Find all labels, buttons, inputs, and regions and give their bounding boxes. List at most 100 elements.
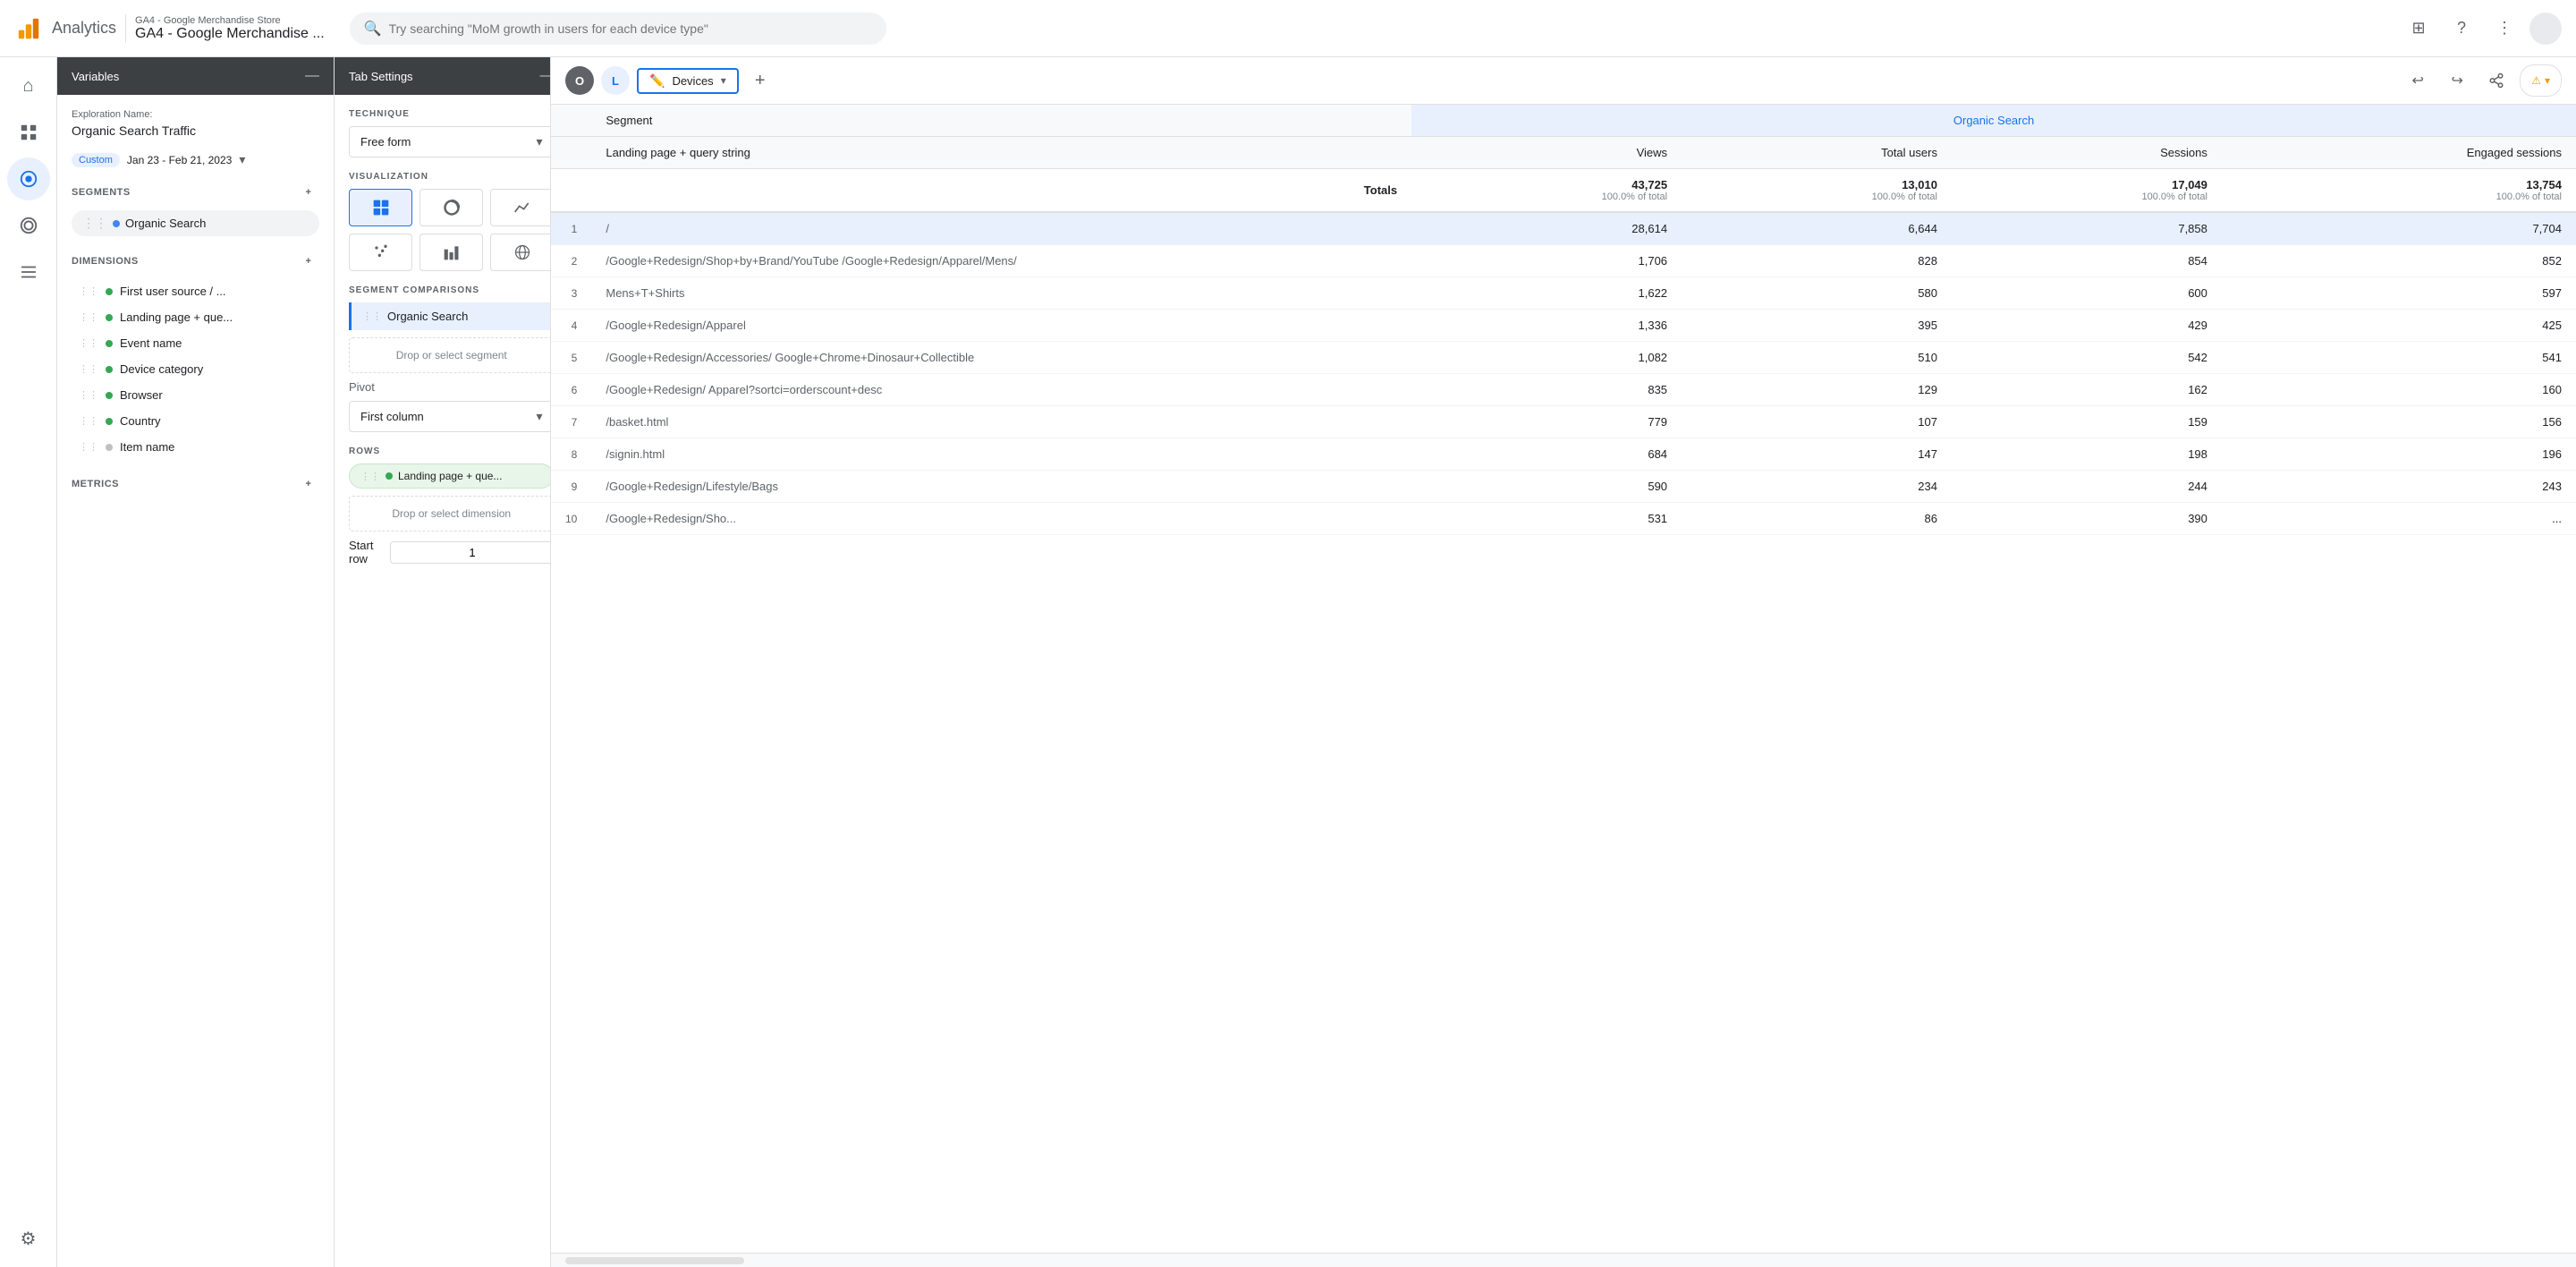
row-rank: 5 — [551, 342, 591, 374]
nav-home[interactable]: ⌂ — [7, 64, 50, 107]
row-sessions: 600 — [1952, 277, 2222, 310]
row-views: 1,082 — [1411, 342, 1682, 374]
rows-chip-label: Landing page + que... — [398, 470, 502, 482]
variables-title: Variables — [72, 70, 119, 83]
apps-button[interactable]: ⊞ — [2401, 11, 2436, 47]
horizontal-scrollbar[interactable] — [551, 1253, 2576, 1267]
add-segment-button[interactable]: + — [298, 182, 319, 203]
technique-dropdown[interactable]: Free form ▾ — [349, 126, 551, 157]
row-sessions: 542 — [1952, 342, 2222, 374]
row-page[interactable]: /Google+Redesign/ Apparel?sortci=ordersc… — [591, 374, 1411, 406]
viz-line-button[interactable] — [490, 189, 551, 226]
row-page[interactable]: /Google+Redesign/Lifestyle/Bags — [591, 471, 1411, 503]
tab-add-button[interactable]: + — [746, 66, 775, 95]
dim-country[interactable]: ⋮⋮ Country — [72, 409, 319, 433]
dim-landing-page[interactable]: ⋮⋮ Landing page + que... — [72, 305, 319, 329]
topbar-actions: ⊞ ? ⋮ — [2401, 11, 2562, 47]
dim-device-category[interactable]: ⋮⋮ Device category — [72, 357, 319, 381]
nav-advertising[interactable] — [7, 204, 50, 247]
row-page[interactable]: /basket.html — [591, 406, 1411, 438]
dim-event-name[interactable]: ⋮⋮ Event name — [72, 331, 319, 355]
nav-lists[interactable] — [7, 251, 50, 293]
data-table-container[interactable]: Segment Organic Search Landing page + qu… — [551, 105, 2576, 1253]
viz-geo-button[interactable] — [490, 234, 551, 271]
th-rank — [551, 105, 591, 137]
add-dimension-button[interactable]: + — [298, 251, 319, 272]
dim-label: Event name — [120, 336, 182, 350]
row-page[interactable]: /Google+Redesign/Shop+by+Brand/YouTube /… — [591, 245, 1411, 277]
tab-devices[interactable]: ✏️ Devices ▾ — [637, 68, 739, 94]
content-area: O L ✏️ Devices ▾ + ↩ ↪ ⚠ ▾ — [551, 57, 2576, 1267]
warning-button[interactable]: ⚠ ▾ — [2520, 64, 2562, 97]
rows-label: ROWS — [349, 446, 551, 456]
row-views: 531 — [1411, 503, 1682, 535]
start-row-input[interactable] — [390, 541, 551, 564]
analytics-logo-icon — [14, 14, 43, 43]
date-range-row[interactable]: Custom Jan 23 - Feb 21, 2023 ▾ — [72, 152, 319, 167]
totals-rank — [551, 169, 591, 213]
row-views: 28,614 — [1411, 212, 1682, 245]
row-engaged: 852 — [2222, 245, 2576, 277]
segment-drop-zone[interactable]: Drop or select segment — [349, 337, 551, 373]
row-page[interactable]: / — [591, 212, 1411, 245]
variables-minimize-icon[interactable]: — — [305, 68, 319, 84]
date-badge: Custom — [72, 153, 120, 167]
segment-filled-organic[interactable]: ⋮⋮ Organic Search — [349, 302, 551, 330]
dim-first-user-source[interactable]: ⋮⋮ First user source / ... — [72, 279, 319, 303]
undo-button[interactable]: ↩ — [2402, 64, 2434, 97]
row-rank: 10 — [551, 503, 591, 535]
viz-bar-button[interactable] — [419, 234, 483, 271]
row-total-users: 234 — [1682, 471, 1952, 503]
dim-item-name[interactable]: ⋮⋮ Item name — [72, 435, 319, 459]
row-page[interactable]: /Google+Redesign/Apparel — [591, 310, 1411, 342]
viz-table-button[interactable] — [349, 189, 412, 226]
pivot-dropdown[interactable]: First column ▾ — [349, 401, 551, 432]
dim-color-dot — [106, 418, 113, 425]
totals-label-cell: Totals — [591, 169, 1411, 213]
viz-donut-button[interactable] — [419, 189, 483, 226]
dim-label: Country — [120, 414, 161, 428]
row-page[interactable]: Mens+T+Shirts — [591, 277, 1411, 310]
technique-value: Free form — [360, 135, 411, 149]
avatar[interactable] — [2529, 13, 2562, 45]
dim-browser[interactable]: ⋮⋮ Browser — [72, 383, 319, 407]
tab-l[interactable]: L — [601, 66, 630, 95]
pivot-row: Pivot — [349, 380, 551, 394]
row-page[interactable]: /Google+Redesign/Accessories/ Google+Chr… — [591, 342, 1411, 374]
date-dropdown-arrow[interactable]: ▾ — [239, 152, 245, 167]
totals-views: 43,725 100.0% of total — [1411, 169, 1682, 213]
nav-explore[interactable] — [7, 157, 50, 200]
add-metric-button[interactable]: + — [298, 473, 319, 495]
tab-o[interactable]: O — [565, 66, 594, 95]
row-page[interactable]: /Google+Redesign/Sho... — [591, 503, 1411, 535]
search-bar[interactable]: 🔍 — [350, 13, 886, 45]
warning-arrow: ▾ — [2545, 74, 2550, 87]
row-engaged: 156 — [2222, 406, 2576, 438]
rows-drop-zone[interactable]: Drop or select dimension — [349, 496, 551, 531]
nav-settings[interactable]: ⚙ — [7, 1217, 50, 1260]
help-button[interactable]: ? — [2444, 11, 2479, 47]
segment-filled-label: Organic Search — [387, 310, 468, 323]
row-page[interactable]: /signin.html — [591, 438, 1411, 471]
segment-chip-organic[interactable]: ⋮⋮ Organic Search — [72, 210, 319, 236]
rows-drag-icon: ⋮⋮ — [360, 471, 380, 482]
viz-scatter-button[interactable] — [349, 234, 412, 271]
share-button[interactable] — [2480, 64, 2512, 97]
row-sessions: 159 — [1952, 406, 2222, 438]
th-sessions: Sessions — [1952, 137, 2222, 169]
more-options-button[interactable]: ⋮ — [2487, 11, 2522, 47]
rows-chip[interactable]: ⋮⋮ Landing page + que... — [349, 463, 551, 489]
row-engaged: 243 — [2222, 471, 2576, 503]
row-engaged: 541 — [2222, 342, 2576, 374]
redo-button[interactable]: ↪ — [2441, 64, 2473, 97]
row-total-users: 6,644 — [1682, 212, 1952, 245]
totals-engaged: 13,754 100.0% of total — [2222, 169, 2576, 213]
search-input[interactable] — [389, 21, 872, 36]
dimensions-section-title: DIMENSIONS + — [72, 251, 319, 272]
tab-settings-minimize-icon[interactable]: — — [539, 68, 551, 84]
tab-devices-edit-icon: ✏️ — [649, 73, 665, 89]
segments-section-title: SEGMENTS + — [72, 182, 319, 203]
dim-color-dot — [106, 314, 113, 321]
variables-panel-content: Exploration Name: Organic Search Traffic… — [57, 95, 334, 1267]
nav-reports[interactable] — [7, 111, 50, 154]
